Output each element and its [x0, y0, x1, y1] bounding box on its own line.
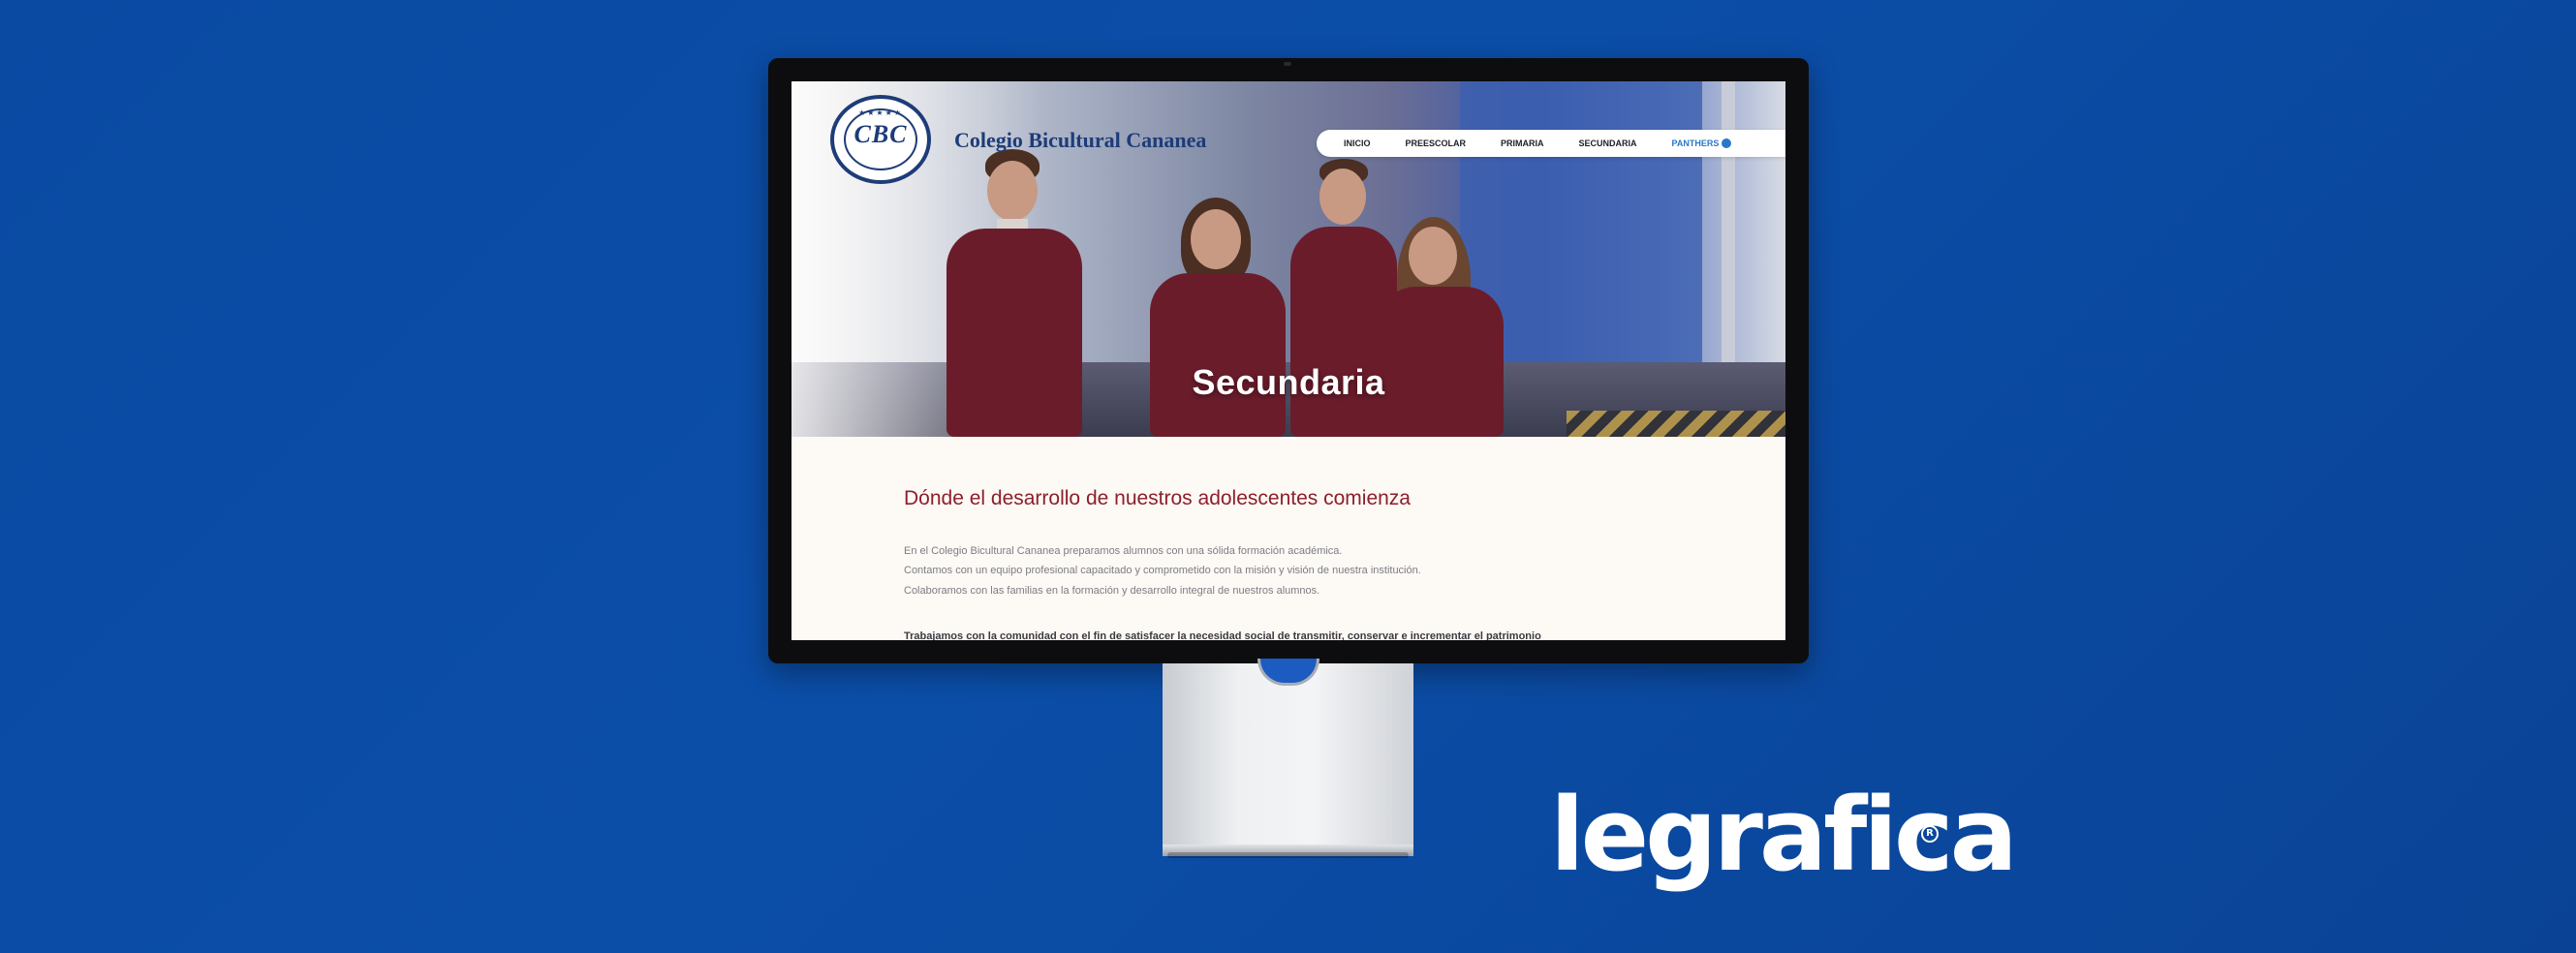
hero-banner: ★★★★★ CBC Colegio Bicultural Cananea INI…	[791, 81, 1785, 437]
school-logo[interactable]: ★★★★★ CBC	[830, 95, 937, 188]
logo-stars: ★★★★★	[858, 108, 903, 117]
nav-item-inicio[interactable]: INICIO	[1344, 138, 1371, 148]
website-screen: ★★★★★ CBC Colegio Bicultural Cananea INI…	[791, 81, 1785, 640]
hero-hazard-stripes	[1567, 411, 1785, 437]
nav-item-secundaria[interactable]: SECUNDARIA	[1579, 138, 1637, 148]
paragraph-bold-line: Trabajamos con la comunidad con el fin d…	[904, 630, 1541, 640]
nav-item-panthers-label: PANTHERS	[1671, 138, 1720, 148]
camera-dot	[1284, 62, 1291, 66]
content-section: Dónde el desarrollo de nuestros adolesce…	[791, 437, 1785, 640]
legrafica-logo: legrafica	[1550, 776, 2018, 894]
nav-item-preescolar[interactable]: PREESCOLAR	[1406, 138, 1467, 148]
monitor-stand	[1163, 663, 1413, 855]
hero-title: Secundaria	[1192, 362, 1385, 402]
logo-monogram: CBC	[853, 120, 908, 148]
hero-rail	[1722, 81, 1735, 391]
section-heading: Dónde el desarrollo de nuestros adolesce…	[904, 487, 1411, 509]
student-figure	[1378, 217, 1504, 437]
school-name[interactable]: Colegio Bicultural Cananea	[954, 128, 1206, 153]
main-nav: INICIO PREESCOLAR PRIMARIA SECUNDARIA PA…	[1317, 130, 1785, 157]
nav-item-primaria[interactable]: PRIMARIA	[1501, 138, 1544, 148]
paw-icon	[1722, 138, 1732, 148]
stand-shadow	[1167, 852, 1409, 858]
nav-item-panthers[interactable]: PANTHERS	[1672, 138, 1732, 148]
paragraph-line: Contamos con un equipo profesional capac…	[904, 565, 1421, 576]
monitor-frame: ★★★★★ CBC Colegio Bicultural Cananea INI…	[768, 58, 1809, 663]
paragraph-line: Colaboramos con las familias en la forma…	[904, 585, 1320, 597]
registered-mark-icon: R	[1921, 825, 1939, 843]
paragraph-line: En el Colegio Bicultural Cananea prepara…	[904, 545, 1343, 557]
